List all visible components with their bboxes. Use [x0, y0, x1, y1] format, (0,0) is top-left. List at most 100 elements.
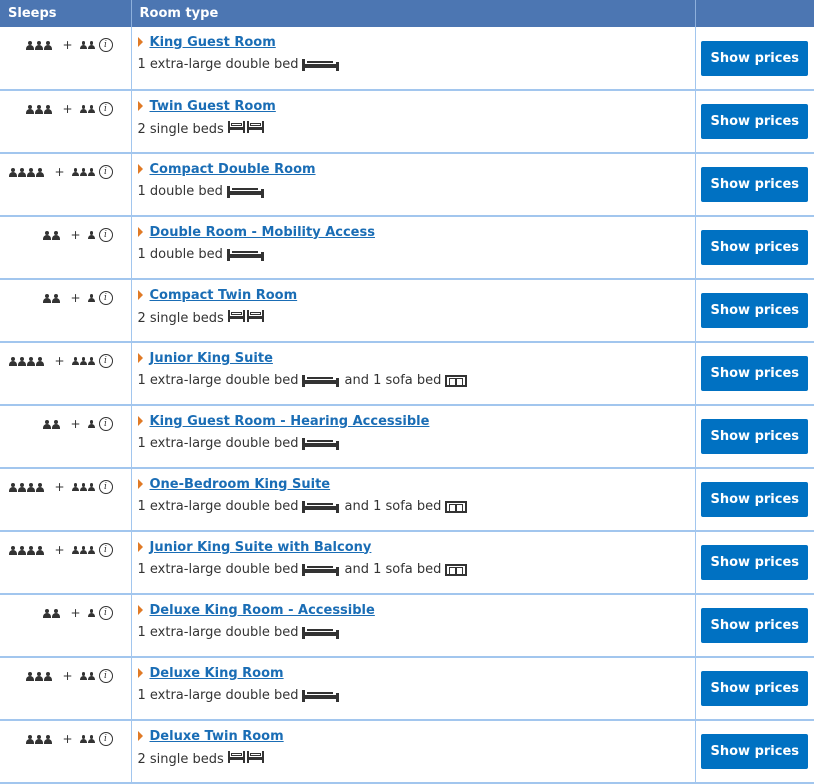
room-info: Junior King Suite 1 extra-large double be…	[132, 343, 695, 388]
person-icon	[36, 545, 45, 555]
expand-triangle-icon[interactable]	[137, 605, 143, 615]
table-row: + i King Guest Room - Hearing Accessible 1 …	[0, 405, 814, 469]
bed-text: 2 single beds	[137, 751, 224, 767]
info-icon[interactable]: i	[98, 417, 113, 431]
room-name-link[interactable]: Deluxe King Room	[150, 666, 284, 681]
show-prices-button[interactable]: Show prices	[701, 734, 809, 769]
table-row: + i Twin Guest Room 2 single beds Show price…	[0, 90, 814, 154]
person-icon	[79, 357, 87, 365]
occupancy: + i	[0, 595, 131, 622]
show-prices-button[interactable]: Show prices	[701, 545, 809, 580]
expand-triangle-icon[interactable]	[137, 164, 143, 174]
child-occupancy-icons	[71, 483, 96, 491]
info-icon[interactable]: i	[98, 606, 113, 620]
expand-triangle-icon[interactable]	[137, 37, 143, 47]
room-link-row: King Guest Room - Hearing Accessible	[137, 412, 695, 430]
room-name-link[interactable]: Compact Double Room	[150, 162, 316, 177]
info-icon[interactable]: i	[98, 354, 113, 368]
info-icon[interactable]: i	[98, 165, 113, 179]
room-type-cell: Double Room - Mobility Access 1 double be…	[131, 216, 696, 280]
adult-occupancy-icons	[43, 419, 61, 429]
action-cell: Show prices	[695, 405, 814, 469]
sofa-bed-icon	[445, 374, 468, 387]
single-bed-icon	[227, 310, 245, 322]
double-bed-icon	[302, 563, 340, 576]
action-cell: Show prices	[695, 531, 814, 595]
expand-triangle-icon[interactable]	[137, 290, 143, 300]
info-icon[interactable]: i	[98, 480, 113, 494]
sleeps-cell: + i	[0, 279, 132, 343]
plus-sign: +	[54, 165, 65, 179]
child-occupancy-icons	[87, 294, 96, 302]
show-prices-button[interactable]: Show prices	[701, 671, 809, 706]
bed-description: 1 extra-large double bed	[138, 688, 695, 703]
room-name-link[interactable]: King Guest Room - Hearing Accessible	[150, 414, 430, 429]
plus-sign: +	[70, 228, 81, 242]
occupancy: + i	[0, 343, 131, 370]
person-icon	[87, 483, 95, 491]
person-icon	[79, 168, 87, 176]
adult-occupancy-icons	[26, 734, 53, 744]
action-cell: Show prices	[695, 27, 814, 91]
info-icon[interactable]: i	[98, 291, 113, 305]
person-icon	[52, 419, 61, 429]
room-name-link[interactable]: King Guest Room	[150, 35, 276, 50]
info-icon[interactable]: i	[98, 543, 113, 557]
info-icon[interactable]: i	[98, 102, 113, 116]
expand-triangle-icon[interactable]	[137, 479, 143, 489]
sleeps-cell: + i	[0, 342, 132, 406]
table-row: + i Junior King Suite 1 extra-large double …	[0, 342, 814, 406]
person-icon	[44, 104, 53, 114]
info-icon[interactable]: i	[98, 38, 113, 52]
room-name-link[interactable]: Double Room - Mobility Access	[150, 225, 375, 240]
show-prices-button[interactable]: Show prices	[701, 419, 809, 454]
plus-sign: +	[70, 417, 81, 431]
room-info: Junior King Suite with Balcony 1 extra-la…	[132, 532, 695, 577]
single-bed-icon	[227, 121, 245, 133]
show-prices-button[interactable]: Show prices	[701, 608, 809, 643]
info-icon[interactable]: i	[98, 669, 113, 683]
expand-triangle-icon[interactable]	[137, 353, 143, 363]
room-name-link[interactable]: Deluxe King Room - Accessible	[150, 603, 375, 618]
room-type-cell: Junior King Suite with Balcony 1 extra-la…	[131, 531, 696, 595]
person-icon	[79, 105, 87, 113]
child-occupancy-icons	[71, 357, 96, 365]
occupancy: + i	[0, 406, 131, 433]
expand-triangle-icon[interactable]	[137, 668, 143, 678]
plus-sign: +	[54, 480, 65, 494]
room-name-link[interactable]: Deluxe Twin Room	[150, 729, 284, 744]
person-icon	[87, 609, 95, 617]
show-prices-button[interactable]: Show prices	[701, 104, 809, 139]
info-icon[interactable]: i	[98, 228, 113, 242]
expand-triangle-icon[interactable]	[137, 101, 143, 111]
expand-triangle-icon[interactable]	[137, 542, 143, 552]
room-name-link[interactable]: One-Bedroom King Suite	[150, 477, 331, 492]
person-icon	[87, 735, 95, 743]
show-prices-button[interactable]: Show prices	[701, 482, 809, 517]
room-name-link[interactable]: Junior King Suite	[150, 351, 273, 366]
room-type-cell: Deluxe King Room - Accessible 1 extra-lar…	[131, 594, 696, 658]
person-icon	[87, 41, 95, 49]
sleeps-cell: + i	[0, 153, 132, 217]
show-prices-button[interactable]: Show prices	[701, 356, 809, 391]
info-icon[interactable]: i	[98, 732, 113, 746]
show-prices-button[interactable]: Show prices	[701, 230, 809, 265]
occupancy: + i	[0, 721, 131, 748]
room-name-link[interactable]: Twin Guest Room	[150, 99, 276, 114]
room-name-link[interactable]: Compact Twin Room	[150, 288, 298, 303]
sleeps-cell: + i	[0, 531, 132, 595]
room-name-link[interactable]: Junior King Suite with Balcony	[150, 540, 372, 555]
table-row: + i Junior King Suite with Balcony 1 extra-…	[0, 531, 814, 595]
person-icon	[79, 672, 87, 680]
bed-text: and 1 sofa bed	[344, 562, 442, 577]
show-prices-button[interactable]: Show prices	[701, 40, 809, 76]
child-occupancy-icons	[87, 420, 96, 428]
show-prices-button[interactable]: Show prices	[701, 167, 809, 202]
expand-triangle-icon[interactable]	[137, 731, 143, 741]
plus-sign: +	[62, 732, 73, 746]
action-cell: Show prices	[695, 342, 814, 406]
show-prices-button[interactable]: Show prices	[701, 293, 809, 328]
person-icon	[27, 545, 36, 555]
expand-triangle-icon[interactable]	[137, 416, 143, 426]
expand-triangle-icon[interactable]	[137, 227, 143, 237]
